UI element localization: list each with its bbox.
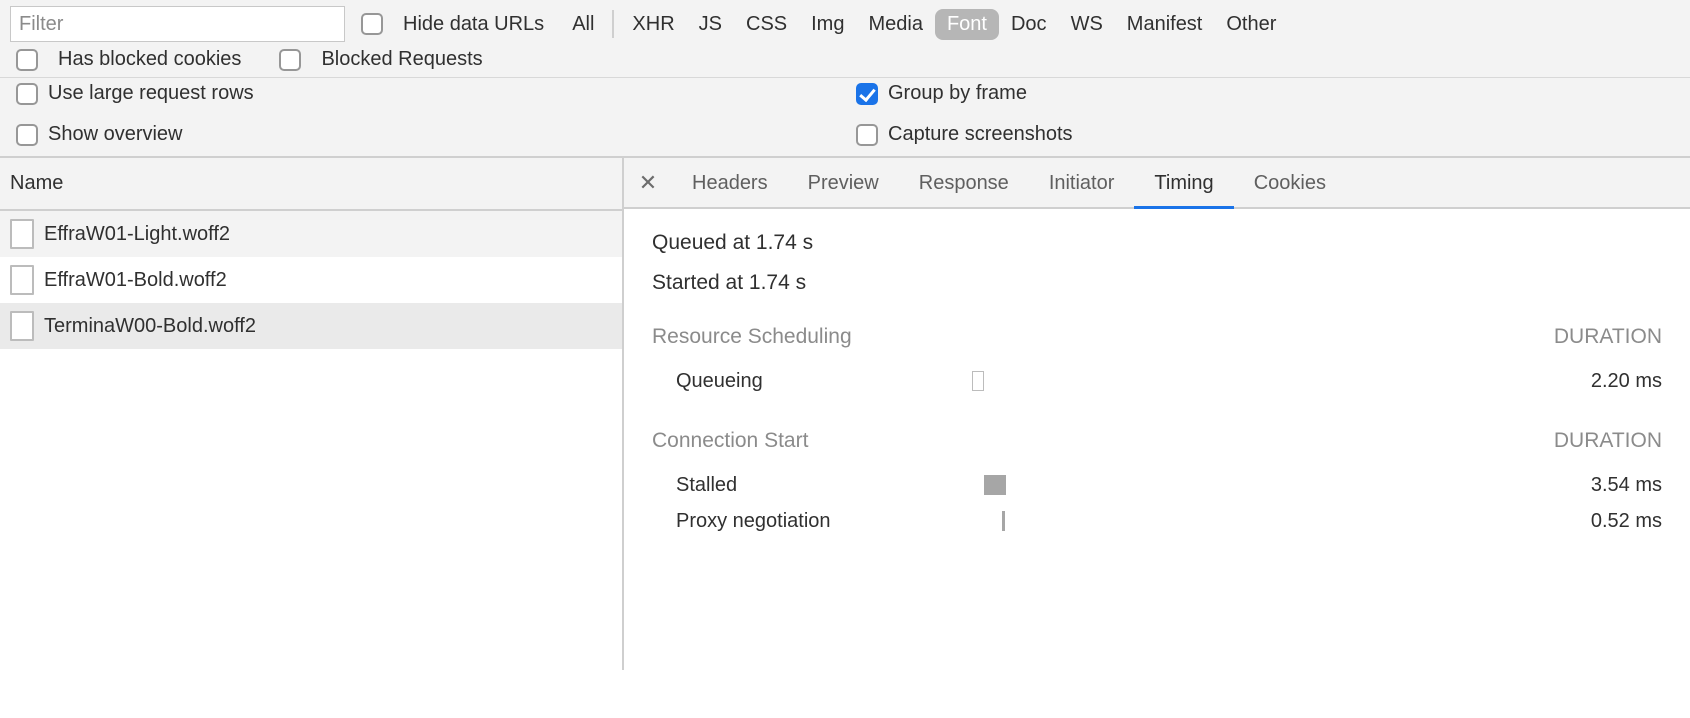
tab-response[interactable]: Response (899, 158, 1029, 207)
started-at-text: Started at 1.74 s (652, 271, 1662, 295)
use-large-rows-checkbox[interactable] (16, 83, 38, 105)
timing-row-label: Stalled (652, 474, 972, 497)
toolbar-row-blocked: Has blocked cookies Blocked Requests (0, 48, 1690, 77)
tab-timing[interactable]: Timing (1134, 158, 1233, 207)
requests-column-header[interactable]: Name (0, 158, 622, 211)
timing-panel: Queued at 1.74 s Started at 1.74 s Resou… (624, 209, 1690, 549)
details-tab-bar: ✕ HeadersPreviewResponseInitiatorTimingC… (624, 158, 1690, 209)
timing-section: Resource Scheduling DURATION Queueing 2.20 … (652, 325, 1662, 399)
timing-duration-label: DURATION (1554, 429, 1662, 453)
timing-row-bar-area (972, 509, 1522, 533)
blocked-requests-checkbox[interactable] (279, 49, 301, 71)
timing-row: Stalled 3.54 ms (652, 467, 1662, 503)
filter-input[interactable] (10, 6, 345, 42)
group-by-frame-checkbox[interactable] (856, 83, 878, 105)
blocked-requests-label: Blocked Requests (321, 48, 482, 71)
timing-row-value: 2.20 ms (1522, 370, 1662, 393)
has-blocked-cookies-checkbox[interactable] (16, 49, 38, 71)
type-filter-media[interactable]: Media (856, 9, 934, 40)
show-overview-checkbox[interactable] (16, 124, 38, 146)
timing-row-bar (1002, 511, 1005, 531)
timing-row-bar-area (972, 369, 1522, 393)
timing-row-bar (972, 371, 984, 391)
timing-row-value: 3.54 ms (1522, 474, 1662, 497)
timing-section-title: Resource Scheduling (652, 325, 852, 349)
capture-screenshots-label: Capture screenshots (888, 123, 1073, 146)
timing-row-bar (984, 475, 1006, 495)
type-filter-other[interactable]: Other (1214, 9, 1288, 40)
timing-row-value: 0.52 ms (1522, 510, 1662, 533)
type-filter-manifest[interactable]: Manifest (1115, 9, 1215, 40)
request-row[interactable]: EffraW01-Light.woff2 (0, 211, 622, 257)
file-icon (10, 311, 34, 341)
hide-data-urls-label: Hide data URLs (403, 13, 544, 36)
main-split: Name EffraW01-Light.woff2 EffraW01-Bold.w… (0, 158, 1690, 670)
tab-initiator[interactable]: Initiator (1029, 158, 1135, 207)
type-filter-img[interactable]: Img (799, 9, 856, 40)
toolbar-row-options: Use large request rows Group by frame Sh… (0, 78, 1690, 156)
has-blocked-cookies-label: Has blocked cookies (58, 48, 241, 71)
request-name: TerminaW00-Bold.woff2 (44, 315, 256, 338)
type-filter-bar: All XHRJSCSSImgMediaFontDocWSManifestOthe… (560, 9, 1288, 40)
hide-data-urls-checkbox[interactable] (361, 13, 383, 35)
request-name: EffraW01-Bold.woff2 (44, 269, 227, 292)
type-filter-separator (612, 10, 614, 38)
requests-list: EffraW01-Light.woff2 EffraW01-Bold.woff2 T… (0, 211, 622, 349)
toolbar-row-filters: Hide data URLs All XHRJSCSSImgMediaFontDo… (0, 0, 1690, 48)
tab-cookies[interactable]: Cookies (1234, 158, 1346, 207)
type-filter-xhr[interactable]: XHR (620, 9, 686, 40)
timing-section-header: Resource Scheduling DURATION (652, 325, 1662, 349)
request-row[interactable]: TerminaW00-Bold.woff2 (0, 303, 622, 349)
queued-at-text: Queued at 1.74 s (652, 231, 1662, 255)
type-filter-js[interactable]: JS (687, 9, 734, 40)
show-overview-label: Show overview (48, 123, 183, 146)
timing-row: Proxy negotiation 0.52 ms (652, 503, 1662, 539)
capture-screenshots-checkbox[interactable] (856, 124, 878, 146)
type-filter-ws[interactable]: WS (1059, 9, 1115, 40)
timing-section-title: Connection Start (652, 429, 808, 453)
timing-row-label: Queueing (652, 370, 972, 393)
details-pane: ✕ HeadersPreviewResponseInitiatorTimingC… (624, 158, 1690, 670)
type-filter-font[interactable]: Font (935, 9, 999, 40)
group-by-frame-label: Group by frame (888, 82, 1027, 105)
requests-pane: Name EffraW01-Light.woff2 EffraW01-Bold.w… (0, 158, 624, 670)
type-filter-doc[interactable]: Doc (999, 9, 1059, 40)
timing-row-label: Proxy negotiation (652, 510, 972, 533)
close-icon[interactable]: ✕ (624, 158, 672, 207)
tab-preview[interactable]: Preview (788, 158, 899, 207)
timing-row-bar-area (972, 473, 1522, 497)
request-row[interactable]: EffraW01-Bold.woff2 (0, 257, 622, 303)
network-toolbar: Hide data URLs All XHRJSCSSImgMediaFontDo… (0, 0, 1690, 158)
use-large-rows-label: Use large request rows (48, 82, 254, 105)
tab-headers[interactable]: Headers (672, 158, 788, 207)
request-name: EffraW01-Light.woff2 (44, 223, 230, 246)
timing-duration-label: DURATION (1554, 325, 1662, 349)
file-icon (10, 265, 34, 295)
file-icon (10, 219, 34, 249)
timing-section: Connection Start DURATION Stalled 3.54 ms Pr… (652, 429, 1662, 539)
type-filter-css[interactable]: CSS (734, 9, 799, 40)
timing-section-header: Connection Start DURATION (652, 429, 1662, 453)
timing-row: Queueing 2.20 ms (652, 363, 1662, 399)
type-filter-all[interactable]: All (560, 9, 606, 40)
